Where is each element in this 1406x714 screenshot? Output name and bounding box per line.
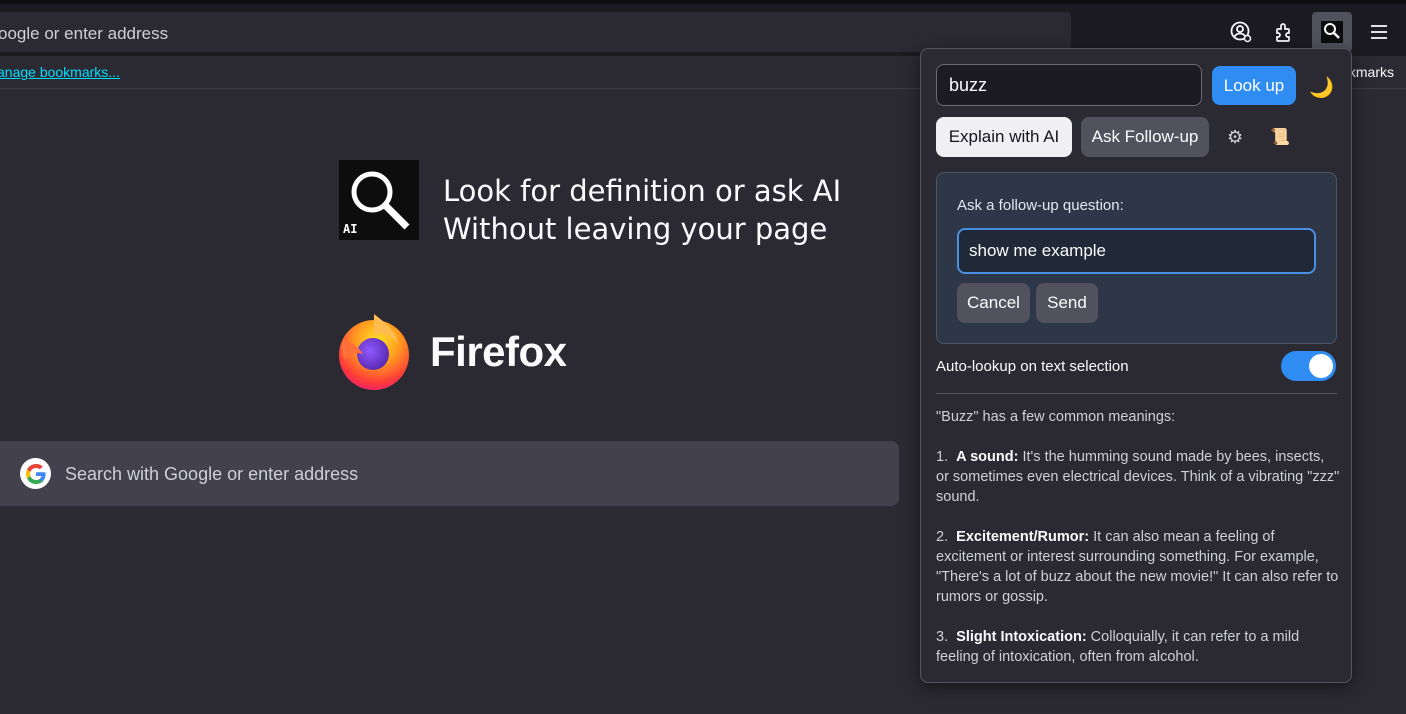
settings-gear-icon[interactable]: ⚙ <box>1227 127 1243 148</box>
look-up-button[interactable]: Look up <box>1212 66 1296 105</box>
firefox-wordmark: Firefox <box>430 328 567 375</box>
promo-line-2: Without leaving your page <box>443 212 828 246</box>
promo-heading: Look for definition or ask AI Without le… <box>443 172 841 248</box>
definition-result: "Buzz" has a few common meanings: 1. A s… <box>936 407 1341 682</box>
cancel-button[interactable]: Cancel <box>957 283 1030 323</box>
result-item-number: 2. <box>936 529 949 545</box>
divider <box>936 393 1337 394</box>
lookup-popup: Look up 🌙 Explain with AI Ask Follow-up … <box>920 48 1352 683</box>
word-input[interactable] <box>936 64 1202 106</box>
extension-logo-badge: AI <box>343 222 358 236</box>
result-item-term: Excitement/Rumor: <box>956 529 1090 545</box>
result-item: 3. Slight Intoxication: Colloquially, it… <box>936 627 1341 667</box>
follow-up-question-label: Ask a follow-up question: <box>957 197 1124 214</box>
newtab-search-box[interactable]: Search with Google or enter address <box>0 441 899 506</box>
menu-icon[interactable] <box>1359 12 1399 52</box>
google-icon <box>20 458 51 489</box>
auto-lookup-toggle[interactable] <box>1281 351 1336 381</box>
manage-bookmarks-link[interactable]: anage bookmarks... <box>0 64 120 80</box>
lookup-extension-icon[interactable] <box>1312 12 1352 52</box>
result-intro: "Buzz" has a few common meanings: <box>936 409 1176 425</box>
account-icon[interactable] <box>1221 12 1261 52</box>
extensions-icon[interactable] <box>1265 12 1305 52</box>
follow-up-panel: Ask a follow-up question: Cancel Send <box>936 172 1337 344</box>
dark-mode-toggle-icon[interactable]: 🌙 <box>1309 75 1334 100</box>
result-item: 2. Excitement/Rumor: It can also mean a … <box>936 527 1341 607</box>
result-item-number: 3. <box>936 629 949 645</box>
explain-with-ai-button[interactable]: Explain with AI <box>936 117 1072 157</box>
firefox-logo-icon <box>333 310 415 392</box>
history-scroll-icon[interactable]: 📜 <box>1270 127 1290 147</box>
ask-follow-up-button[interactable]: Ask Follow-up <box>1081 117 1209 157</box>
newtab-search-placeholder: Search with Google or enter address <box>65 464 359 484</box>
promo-line-1: Look for definition or ask AI <box>443 174 842 208</box>
result-item-term: Slight Intoxication: <box>956 629 1087 645</box>
send-button[interactable]: Send <box>1036 283 1098 323</box>
result-item: 1. A sound: It's the humming sound made … <box>936 447 1341 507</box>
address-bar-placeholder: oogle or enter address <box>0 24 169 43</box>
result-item-number: 1. <box>936 449 949 465</box>
toggle-knob <box>1309 354 1333 378</box>
extension-logo-icon: AI <box>339 160 419 240</box>
follow-up-question-input[interactable] <box>957 228 1316 274</box>
auto-lookup-label: Auto-lookup on text selection <box>936 358 1129 375</box>
other-bookmarks-label[interactable]: kmarks <box>1349 64 1394 80</box>
result-item-term: A sound: <box>956 449 1019 465</box>
address-bar[interactable]: oogle or enter address <box>0 12 1071 52</box>
